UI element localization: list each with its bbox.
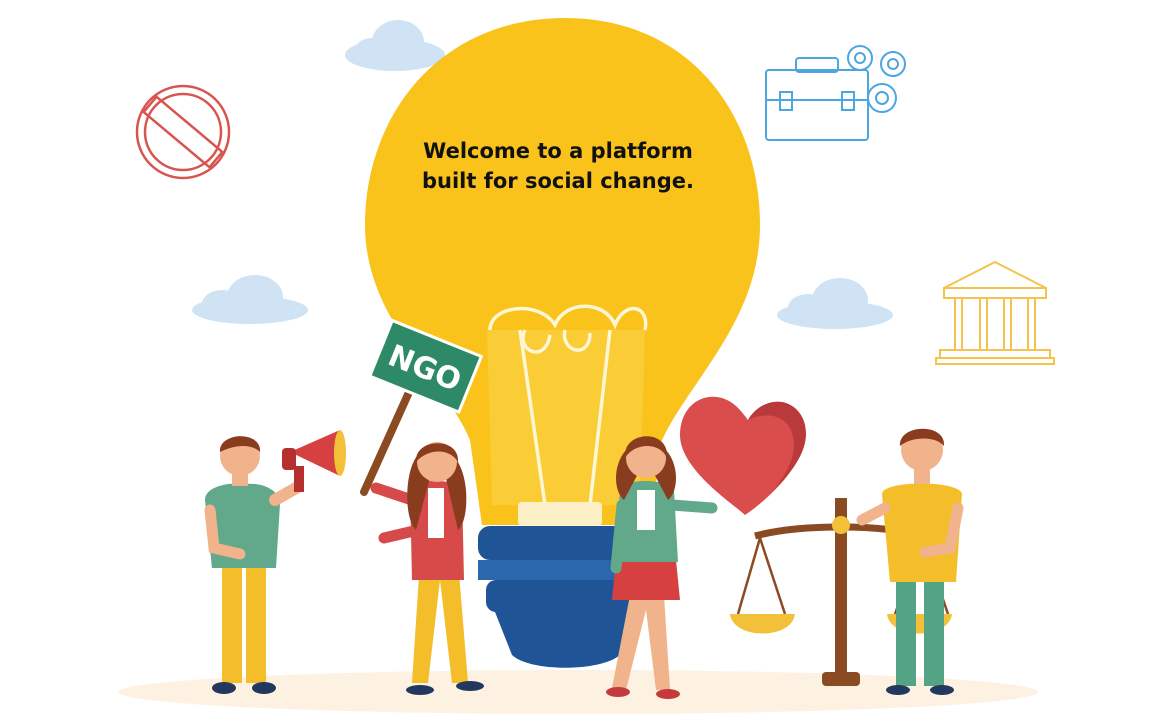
- headline-line-2: built for social change.: [422, 169, 694, 193]
- person-holding-sign: [370, 442, 484, 695]
- cloud-icon: [345, 20, 445, 71]
- person-with-megaphone: [204, 430, 346, 694]
- cloud-icon: [777, 278, 893, 329]
- megaphone-icon: [282, 430, 346, 492]
- person-with-heart: [606, 396, 806, 699]
- heart-icon: [680, 396, 806, 515]
- briefcase-gears-icon: [765, 45, 906, 141]
- welcome-headline: Welcome to a platform built for social c…: [368, 136, 748, 196]
- headline-line-1: Welcome to a platform: [423, 139, 693, 163]
- no-entry-icon: [135, 84, 231, 180]
- cloud-icon: [192, 275, 308, 324]
- illustration-stage: NGO Welcome to a platform built for soci…: [0, 0, 1172, 728]
- social-change-illustration: NGO: [118, 18, 1055, 714]
- government-building-icon: [935, 260, 1055, 365]
- person-with-scale: [856, 428, 964, 695]
